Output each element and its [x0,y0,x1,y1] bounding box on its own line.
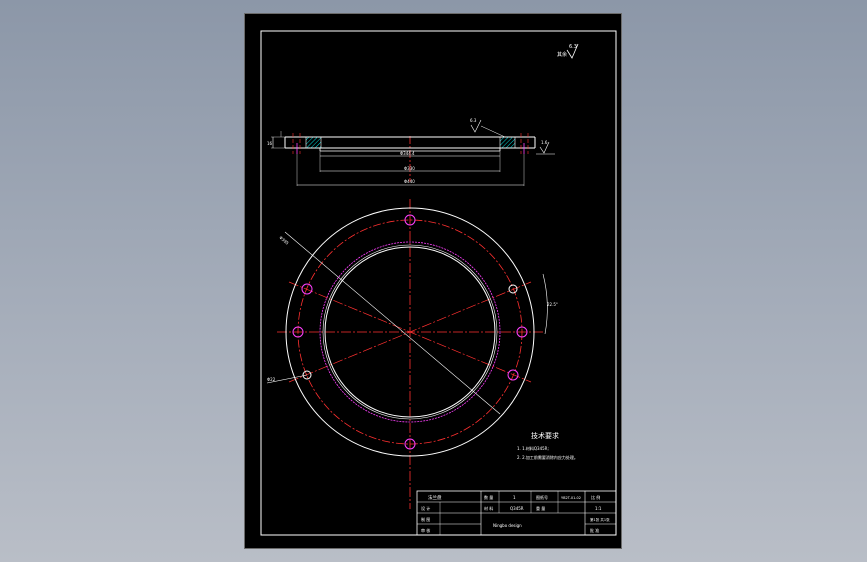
hole-dimension: Φ22 [267,377,276,382]
label-ratio: 比 例 [591,494,600,500]
roughness-note-prefix: 其余 [557,51,567,58]
section-roughness-value: 6.3 [470,118,477,123]
label-designer: 设 计 [421,505,430,511]
outer-diameter-dimension: Φ440 [404,179,415,184]
hatch-left [305,136,322,149]
drawing-sheet: 其余 6.3 16 6.3 1.6 Φ344.4 Φ330 Φ440 Φ395 … [244,13,622,549]
bolt-circle-leader [284,231,501,415]
drawing-no-value: YB2T-01-02 [561,496,581,500]
inner-diameter-dimension: Φ344.4 [400,151,415,156]
part-name: 法兰盘 [428,494,442,501]
label-drawing-no: 图纸号 [536,494,548,500]
middle-diameter-dimension: Φ330 [404,166,415,171]
tech-req-item: 1. 1.材料Q345R; [517,445,549,451]
angle-dimension: 22.5° [547,302,558,307]
label-drawn: 制 图 [421,516,430,522]
sheet-info: 第1张 共1张 [590,517,610,522]
label-quantity: 数 量 [484,494,493,500]
tech-req-item: 2. 2.加工前需要消除内应力处理。 [517,454,578,460]
company-name: Ningbo design [493,523,522,528]
cad-drawing: 其余 6.3 16 6.3 1.6 Φ344.4 Φ330 Φ440 Φ395 … [260,30,617,536]
label-weight: 重 量 [536,505,545,511]
section-view: 16 6.3 1.6 Φ344.4 Φ330 Φ440 [267,118,555,186]
label-material: 材 料 [484,505,493,511]
chamfer-dimension: 1.6 [541,140,548,145]
label-approved: 批 准 [590,527,599,533]
height-dimension: 16 [267,141,273,146]
roughness-note: 其余 6.3 [557,43,579,59]
plan-view: Φ395 Φ22 22.5° [266,199,558,509]
hatch-right [499,136,516,149]
technical-requirements: 技术要求 1. 1.材料Q345R; 2. 2.加工前需要消除内应力处理。 [517,431,578,460]
ratio-value: 1:1 [595,506,602,511]
label-checked: 审 核 [421,527,430,533]
title-block: 法兰盘 数 量 1 图纸号 YB2T-01-02 比 例 设 计 材 料 Q34… [416,490,617,536]
tech-req-title: 技术要求 [531,431,559,440]
material-value: Q345R [510,506,524,511]
quantity-value: 1 [513,495,516,500]
bolt-circle-dimension: Φ395 [278,235,290,246]
